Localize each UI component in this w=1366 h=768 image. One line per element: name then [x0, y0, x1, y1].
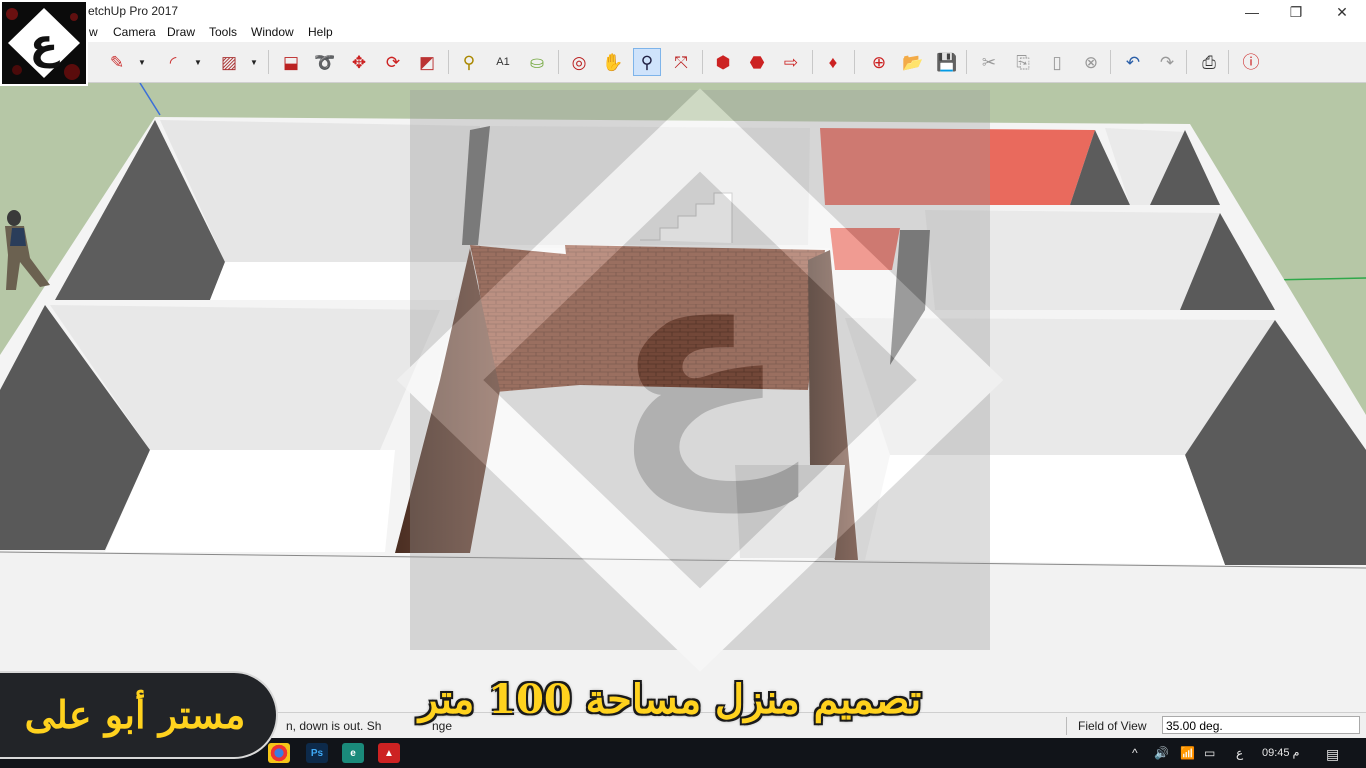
- chrome-icon[interactable]: [268, 743, 290, 763]
- model-viewport[interactable]: ع: [0, 83, 1366, 712]
- tray-chevron-icon[interactable]: ^: [1132, 746, 1138, 760]
- tape-icon[interactable]: ⚲: [456, 49, 482, 75]
- paste-icon[interactable]: ▯: [1044, 49, 1070, 75]
- toolbar-separator: [1228, 50, 1229, 74]
- followme-icon[interactable]: ➰: [312, 49, 338, 75]
- toolbar-separator: [558, 50, 559, 74]
- undo-icon[interactable]: ↶: [1120, 49, 1146, 75]
- paint-icon[interactable]: ⛀: [524, 49, 550, 75]
- language-indicator[interactable]: ع: [1236, 746, 1243, 760]
- menu-bar: w Camera Draw Tools Window Help: [0, 24, 1366, 42]
- battery-icon[interactable]: ▭: [1204, 746, 1215, 760]
- channel-name-badge: مستر أبو على: [0, 671, 278, 759]
- toolbar-separator: [702, 50, 703, 74]
- room-2-floor: [105, 450, 395, 552]
- print-icon[interactable]: ⎙: [1196, 49, 1222, 75]
- open-icon[interactable]: 📂: [900, 49, 926, 75]
- channel-name: مستر أبو على: [24, 692, 246, 737]
- rectangle-icon[interactable]: ▨: [216, 49, 242, 75]
- menu-window[interactable]: Window: [251, 25, 294, 39]
- extension-icon[interactable]: ♦: [820, 49, 846, 75]
- measurements-input[interactable]: 35.00 deg.: [1162, 716, 1360, 734]
- close-button[interactable]: ✕: [1319, 0, 1365, 24]
- toolbar-separator: [448, 50, 449, 74]
- network-icon[interactable]: 📶: [1180, 746, 1195, 760]
- house-model-scene: ع: [0, 83, 1366, 712]
- warehouse-icon[interactable]: ⬢: [710, 49, 736, 75]
- main-toolbar: ✎ ▼ ◜ ▼ ▨ ▼ ⬓ ➰ ✥ ⟳ ◩ ⚲ A1 ⛀ ◎ ✋ ⚲ ⤧ ⬢ ⬣…: [0, 42, 1366, 83]
- move-icon[interactable]: ✥: [346, 49, 372, 75]
- toolbar-separator: [812, 50, 813, 74]
- cut-icon[interactable]: ✂: [976, 49, 1002, 75]
- photoshop-icon[interactable]: Ps: [306, 743, 328, 763]
- pushpull-icon[interactable]: ⬓: [278, 49, 304, 75]
- video-title-caption: تصميم منزل مساحة 100 متر: [418, 676, 922, 723]
- window-title: etchUp Pro 2017: [88, 4, 179, 18]
- minimize-button[interactable]: —: [1229, 0, 1275, 24]
- menu-view[interactable]: w: [89, 25, 98, 39]
- menu-draw[interactable]: Draw: [167, 25, 195, 39]
- watermark: ع: [396, 88, 1004, 672]
- channel-logo: ع: [0, 0, 88, 86]
- notifications-icon[interactable]: ▤: [1326, 746, 1339, 763]
- copy-icon[interactable]: ⎘: [1010, 49, 1036, 75]
- menu-camera[interactable]: Camera: [113, 25, 156, 39]
- toolbar-separator: [1110, 50, 1111, 74]
- chevron-down-icon[interactable]: ▼: [138, 58, 146, 67]
- logo-glyph: ع: [30, 19, 61, 68]
- measurements-label: Field of View: [1078, 719, 1147, 733]
- restore-button[interactable]: ❐: [1273, 0, 1319, 24]
- logo-mark: ع: [2, 2, 86, 84]
- save-icon[interactable]: 💾: [934, 49, 960, 75]
- menu-tools[interactable]: Tools: [209, 25, 237, 39]
- send-layout-icon[interactable]: ⇨: [778, 49, 804, 75]
- title-bar: etchUp Pro 2017 — ❐ ✕: [0, 0, 1366, 24]
- toolbar-separator: [268, 50, 269, 74]
- browser-icon[interactable]: e: [342, 743, 364, 763]
- clock[interactable]: 09:45 م: [1262, 746, 1299, 759]
- zoom-extents-icon[interactable]: ⤧: [668, 49, 694, 75]
- sketchup-icon[interactable]: ▲: [378, 743, 400, 763]
- text-icon[interactable]: A1: [490, 49, 516, 75]
- arc-icon[interactable]: ◜: [160, 49, 186, 75]
- orbit-icon[interactable]: ◎: [566, 49, 592, 75]
- volume-icon[interactable]: 🔊: [1154, 746, 1169, 760]
- menu-help[interactable]: Help: [308, 25, 333, 39]
- chevron-down-icon[interactable]: ▼: [194, 58, 202, 67]
- erase-icon[interactable]: ⊗: [1078, 49, 1104, 75]
- chevron-down-icon[interactable]: ▼: [250, 58, 258, 67]
- scale-icon[interactable]: ◩: [414, 49, 440, 75]
- pan-icon[interactable]: ✋: [600, 49, 626, 75]
- model-info-icon[interactable]: ⓘ: [1238, 49, 1264, 75]
- zoom-icon[interactable]: ⚲: [633, 48, 661, 76]
- rotate-icon[interactable]: ⟳: [380, 49, 406, 75]
- watermark-glyph: ع: [611, 210, 802, 515]
- status-divider: [1066, 717, 1067, 735]
- pencil-icon[interactable]: ✎: [104, 49, 130, 75]
- share-model-icon[interactable]: ⬣: [744, 49, 770, 75]
- redo-icon[interactable]: ↷: [1154, 49, 1180, 75]
- toolbar-separator: [1186, 50, 1187, 74]
- toolbar-separator: [966, 50, 967, 74]
- add-location-icon[interactable]: ⊕: [866, 49, 892, 75]
- toolbar-separator: [854, 50, 855, 74]
